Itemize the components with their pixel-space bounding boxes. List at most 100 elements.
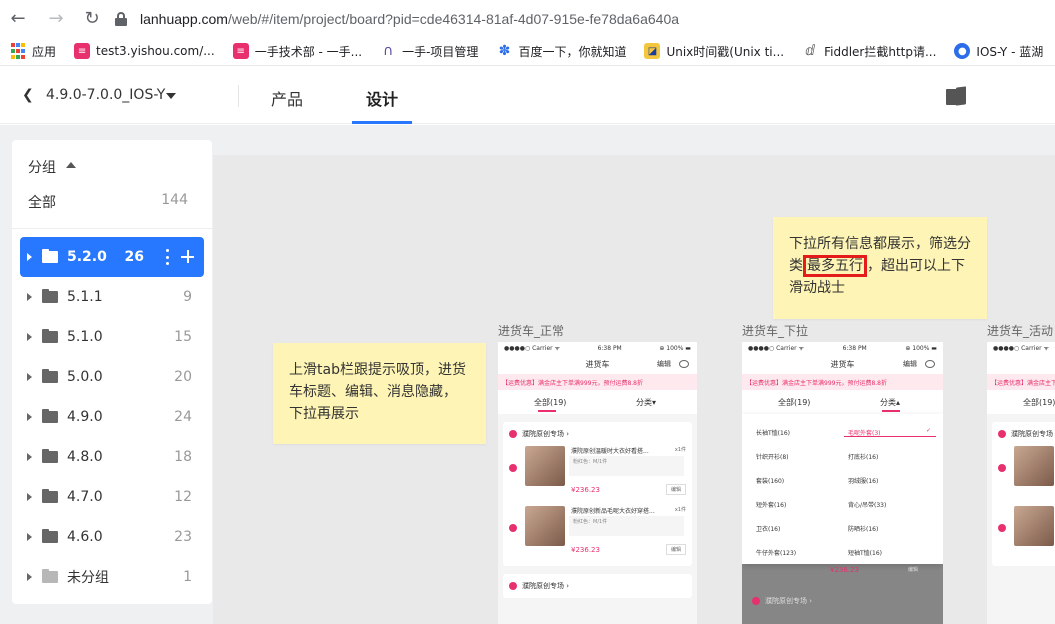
bookmark-test3[interactable]: ≡ test3.yishou.com/... bbox=[74, 43, 215, 59]
status-bar: ●●●●○ Carrier ᯤ 6:38 PM ⊕ 100% ▬ bbox=[742, 342, 943, 354]
group-item-4-8-0[interactable]: 4.8.0 18 bbox=[20, 437, 204, 477]
annotation-note[interactable]: 下拉所有信息都展示，筛选分类 最多五行 ，超出可以上下滑动战士 bbox=[773, 217, 987, 319]
folder-icon bbox=[42, 289, 58, 303]
tab-indicator bbox=[882, 410, 900, 412]
forward-arrow-icon[interactable]: → bbox=[44, 7, 68, 31]
group-all[interactable]: 全部 144 bbox=[28, 192, 188, 212]
check-icon bbox=[509, 430, 517, 438]
bookmark-tech[interactable]: ≡ 一手技术部 - 一手... bbox=[232, 43, 362, 60]
tab-design[interactable]: 设计 bbox=[366, 86, 398, 110]
group-item-5-2-0[interactable]: 5.2.0 26 bbox=[20, 237, 204, 277]
tab-product[interactable]: 产品 bbox=[271, 86, 303, 110]
group-title[interactable]: 分组 bbox=[28, 157, 56, 177]
yishou-icon: ≡ bbox=[74, 43, 91, 59]
shop-card: 濮院原创专场 › 濮院原创温暖时大衣好看搭... x1件 粉红色：M/1件 ¥2… bbox=[503, 422, 692, 566]
divider bbox=[844, 436, 936, 437]
group-sidebar: 分组 全部 144 5.2.0 26 5.1.1 9 5.1.0 15 5.0.… bbox=[12, 140, 212, 604]
address-bar[interactable]: lanhuapp.com/web/#/item/project/board?pi… bbox=[104, 5, 1055, 33]
fiddler-icon: ⅆ bbox=[805, 43, 816, 59]
phone-nav-bar bbox=[987, 354, 1055, 374]
check-icon bbox=[998, 464, 1006, 472]
artboard-cart-activity[interactable]: ●●●●○ Carrier ᯤ 6:38 PM ⊕ 100% ▬ 【运费优惠】满… bbox=[987, 342, 1055, 624]
category-dropdown: 长袖T恤(16) 针织开衫(8) 套装(160) 短外套(16) 卫衣(16) … bbox=[742, 414, 943, 564]
artboard-cart-dropdown[interactable]: ●●●●○ Carrier ᯤ 6:38 PM ⊕ 100% ▬ 进货车 编辑 … bbox=[742, 342, 943, 624]
lanhu-icon: ● bbox=[954, 43, 971, 59]
expand-arrow-icon[interactable] bbox=[27, 413, 32, 421]
caret-down-icon[interactable] bbox=[166, 93, 176, 99]
message-icon bbox=[925, 360, 935, 368]
bookmark-project[interactable]: ∩ 一手-项目管理 bbox=[380, 43, 478, 60]
expand-arrow-icon[interactable] bbox=[27, 333, 32, 341]
book-icon[interactable] bbox=[946, 86, 966, 106]
unix-icon: ◪ bbox=[644, 43, 661, 59]
group-item-4-6-0[interactable]: 4.6.0 23 bbox=[20, 517, 204, 557]
app-header: ❮ 4.9.0-7.0.0_IOS-Y 产品 设计 bbox=[0, 67, 1055, 124]
list-item bbox=[998, 502, 1055, 562]
artboard-cart-normal[interactable]: ●●●●○ Carrier ᯤ 6:38 PM ⊕ 100% ▬ 进货车 编辑 … bbox=[498, 342, 697, 624]
bookmark-apps[interactable]: 应用 bbox=[10, 43, 56, 60]
back-chevron-icon[interactable]: ❮ bbox=[22, 87, 34, 103]
folder-icon bbox=[42, 529, 58, 543]
group-item-5-0-0[interactable]: 5.0.0 20 bbox=[20, 357, 204, 397]
lock-icon bbox=[114, 12, 128, 26]
plus-icon[interactable] bbox=[181, 250, 194, 263]
expand-arrow-icon[interactable] bbox=[27, 373, 32, 381]
bookmark-lanhu[interactable]: ● IOS-Y - 蓝湖 bbox=[954, 43, 1043, 60]
bookmarks-bar: 应用 ≡ test3.yishou.com/... ≡ 一手技术部 - 一手..… bbox=[0, 37, 1055, 66]
project-selector[interactable]: 4.9.0-7.0.0_IOS-Y bbox=[46, 87, 165, 103]
divider bbox=[12, 228, 212, 229]
group-item-4-7-0[interactable]: 4.7.0 12 bbox=[20, 477, 204, 517]
bookmark-fiddler[interactable]: ⅆ Fiddler拦截http请... bbox=[802, 43, 936, 60]
highlight-box: 最多五行 bbox=[803, 255, 867, 277]
phone-tabs: 全部(19) 分类▴ bbox=[742, 390, 943, 414]
status-bar: ●●●●○ Carrier ᯤ 6:38 PM ⊕ 100% ▬ bbox=[987, 342, 1055, 354]
expand-arrow-icon[interactable] bbox=[27, 293, 32, 301]
tab-indicator bbox=[538, 410, 556, 412]
group-item-5-1-1[interactable]: 5.1.1 9 bbox=[20, 277, 204, 317]
expand-arrow-icon[interactable] bbox=[27, 493, 32, 501]
reload-icon[interactable]: ↻ bbox=[80, 7, 104, 31]
folder-icon bbox=[42, 409, 58, 423]
check-icon bbox=[752, 597, 760, 605]
phone-tabs: 全部(19) bbox=[987, 390, 1055, 414]
group-item-5-1-0[interactable]: 5.1.0 15 bbox=[20, 317, 204, 357]
dim-overlay: ¥236.23 编辑 濮院原创专场 › bbox=[742, 564, 943, 624]
message-icon bbox=[679, 360, 689, 368]
check-icon bbox=[998, 430, 1006, 438]
group-list: 5.2.0 26 5.1.1 9 5.1.0 15 5.0.0 20 4.9.0 bbox=[20, 237, 204, 597]
check-icon bbox=[509, 524, 517, 532]
back-arrow-icon[interactable]: ← bbox=[6, 7, 30, 31]
expand-arrow-icon[interactable] bbox=[27, 453, 32, 461]
more-vertical-icon[interactable] bbox=[166, 249, 170, 265]
divider bbox=[238, 85, 239, 107]
annotation-note[interactable]: 上滑tab栏跟提示吸顶，进货车标题、编辑、消息隐藏，下拉再展示 bbox=[273, 343, 486, 444]
product-image bbox=[525, 506, 565, 546]
product-image bbox=[1014, 446, 1054, 486]
baidu-paw-icon: ✽ bbox=[498, 43, 511, 59]
expand-arrow-icon[interactable] bbox=[27, 253, 32, 261]
group-item-4-9-0[interactable]: 4.9.0 24 bbox=[20, 397, 204, 437]
artboard-title[interactable]: 进货车_活动 bbox=[987, 322, 1053, 339]
check-icon bbox=[998, 524, 1006, 532]
promo-banner: 【运费优惠】满金店主下单满999元，预付运费8.8折 bbox=[498, 374, 697, 390]
status-bar: ●●●●○ Carrier ᯤ 6:38 PM ⊕ 100% ▬ bbox=[498, 342, 697, 354]
artboard-title[interactable]: 进货车_下拉 bbox=[742, 322, 808, 339]
caret-up-icon[interactable] bbox=[66, 162, 76, 168]
expand-arrow-icon[interactable] bbox=[27, 533, 32, 541]
artboard-title[interactable]: 进货车_正常 bbox=[498, 322, 564, 339]
group-item-ungrouped[interactable]: 未分组 1 bbox=[20, 557, 204, 597]
promo-banner: 【运费优惠】满金店主下单满999元，预付运费8.8折 bbox=[742, 374, 943, 390]
bookmark-unix[interactable]: ◪ Unix时间戳(Unix ti... bbox=[644, 43, 784, 60]
url-text: lanhuapp.com/web/#/item/project/board?pi… bbox=[140, 11, 680, 27]
expand-arrow-icon[interactable] bbox=[27, 573, 32, 581]
folder-icon bbox=[42, 249, 58, 263]
phone-nav-bar: 进货车 编辑 bbox=[742, 354, 943, 374]
phone-nav-bar: 进货车 编辑 bbox=[498, 354, 697, 374]
list-item: 濮院原创新品毛呢大衣好穿搭... x1件 粉红色：M/1件 ¥236.23 编辑 bbox=[509, 502, 686, 562]
folder-icon bbox=[42, 329, 58, 343]
promo-banner: 【运费优惠】满金店主下单满999元，预付运费8.8折 bbox=[987, 374, 1055, 390]
check-icon bbox=[509, 464, 517, 472]
folder-icon bbox=[42, 489, 58, 503]
bookmark-baidu[interactable]: ✽ 百度一下，你就知道 bbox=[496, 43, 627, 60]
folder-icon bbox=[42, 369, 58, 383]
